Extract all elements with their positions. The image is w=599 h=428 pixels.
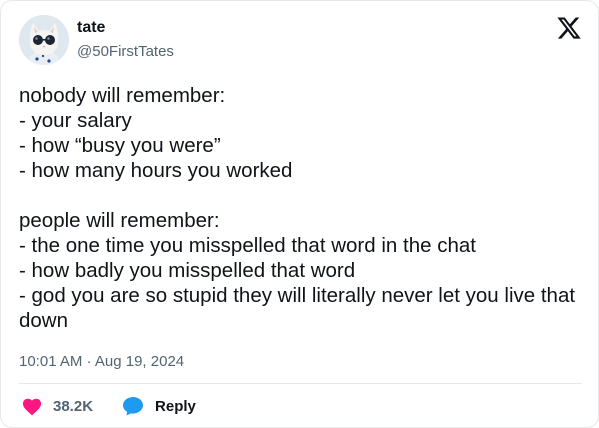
tweet-line: - how badly you misspelled that word [19, 259, 356, 282]
tweet-text: nobody will remember: - your salary - ho… [19, 83, 584, 333]
divider [19, 383, 582, 384]
tweet-line: - god you are so stupid they will litera… [19, 284, 576, 332]
like-button[interactable]: 38.2K [21, 396, 93, 416]
tweet-line: - the one time you misspelled that word … [19, 234, 476, 257]
author-handle[interactable]: @50FirstTates [77, 43, 174, 60]
likes-count: 38.2K [53, 397, 94, 415]
heart-icon [21, 396, 43, 416]
author-name[interactable]: tate [77, 19, 105, 37]
tweet-line: nobody will remember: [19, 84, 226, 107]
tweet-line: - how “busy you were” [19, 134, 221, 157]
cat-with-sunglasses-icon [19, 15, 69, 65]
speech-bubble-icon [121, 395, 145, 417]
avatar[interactable] [19, 15, 69, 65]
reply-label: Reply [155, 397, 196, 415]
tweet-line: - your salary [19, 109, 132, 132]
tweet-timestamp[interactable]: 10:01 AM · Aug 19, 2024 [19, 353, 184, 370]
tweet-line: people will remember: [19, 209, 220, 232]
tweet-actions: 38.2K Reply [21, 395, 196, 417]
tweet-card: tate @50FirstTates nobody will remember:… [0, 0, 599, 428]
tweet-line: - how many hours you worked [19, 159, 293, 182]
reply-button[interactable]: Reply [121, 395, 196, 417]
x-logo-icon[interactable] [556, 15, 582, 41]
